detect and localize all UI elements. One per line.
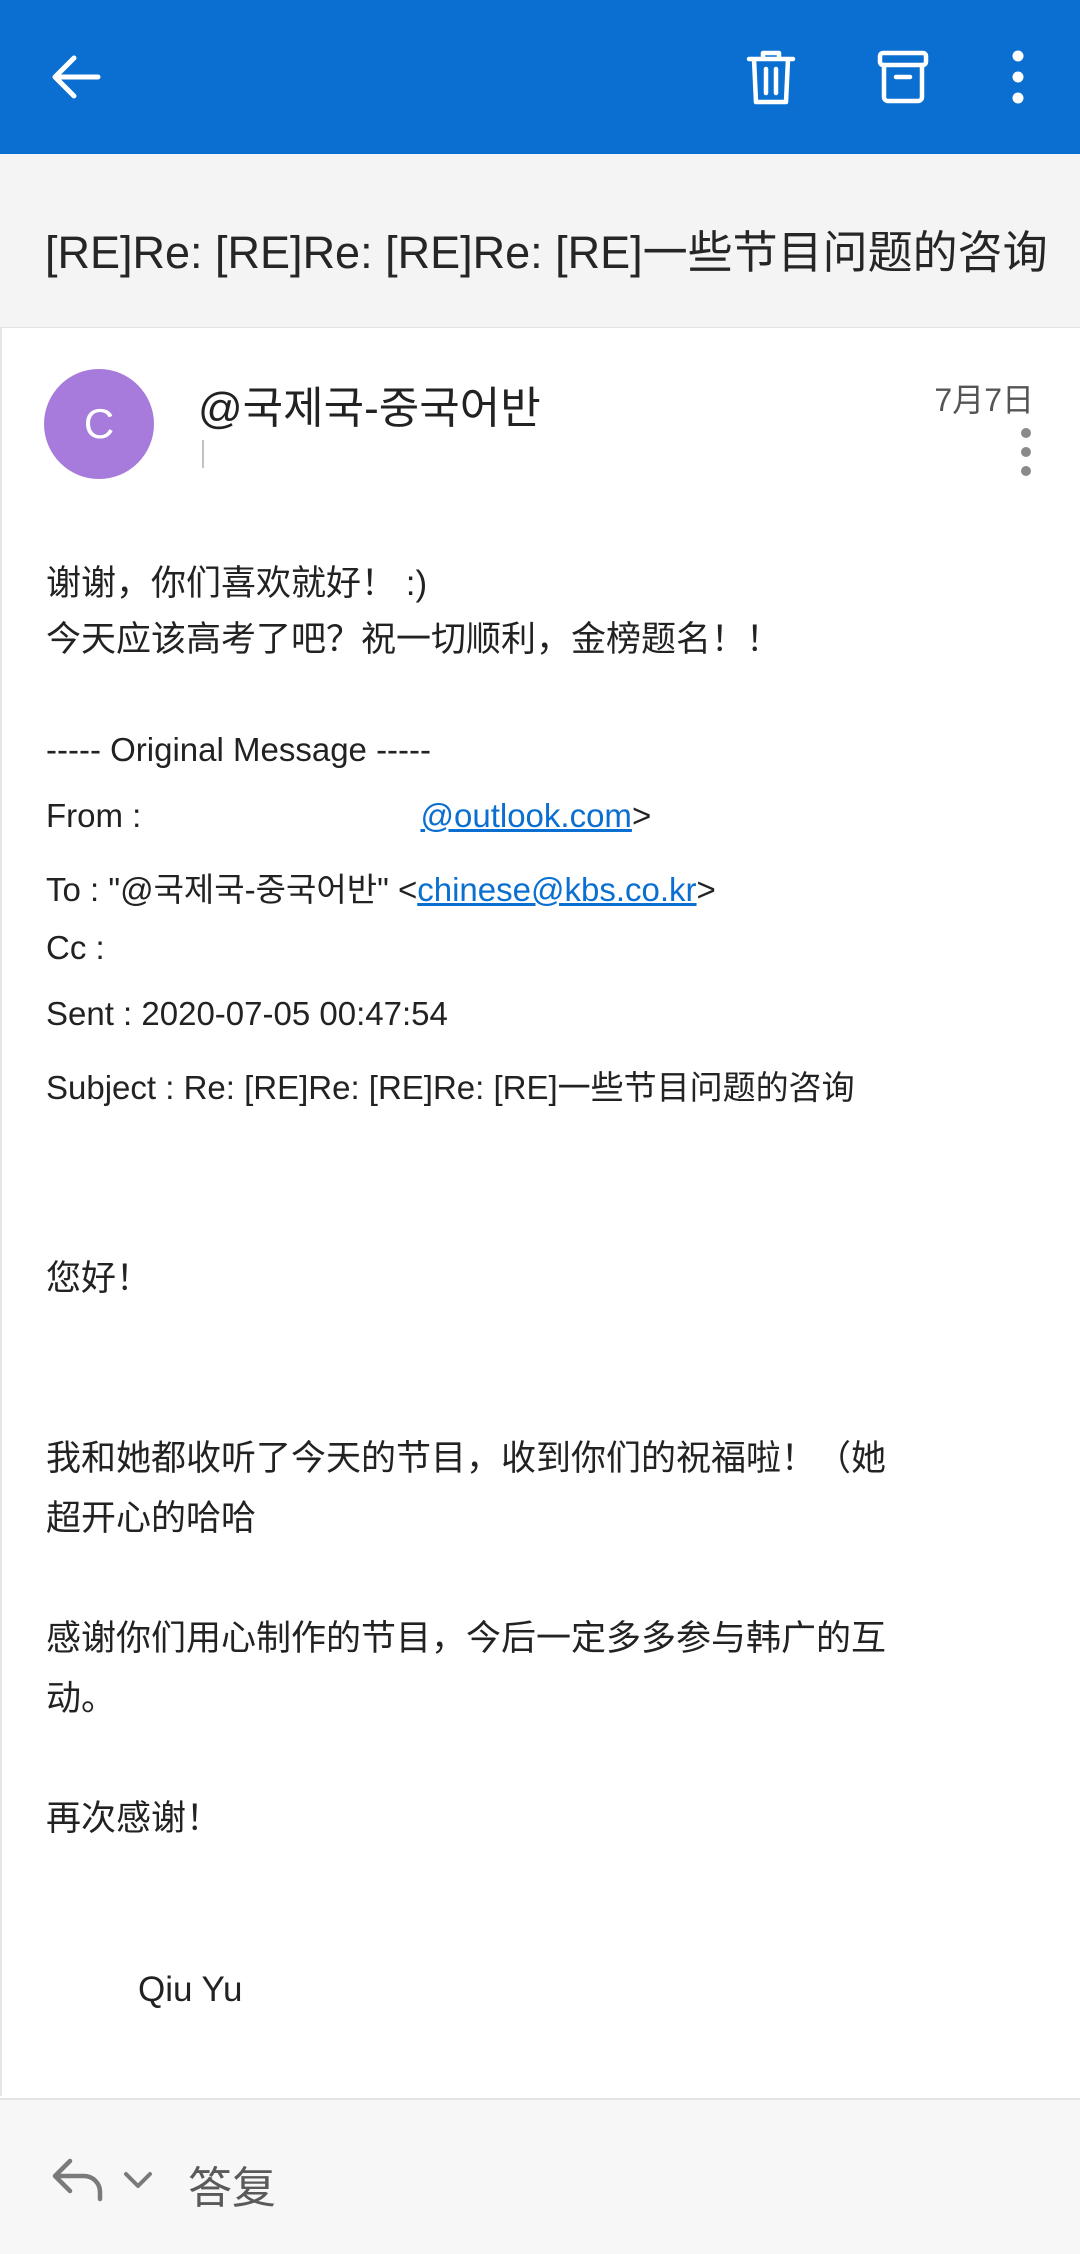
archive-box-icon	[877, 50, 929, 104]
reply-button[interactable]	[50, 2155, 106, 2205]
cc-line: Cc :	[46, 929, 105, 966]
reply-options-button[interactable]	[120, 2162, 156, 2198]
delete-button[interactable]	[731, 37, 811, 117]
vertical-ellipsis-icon	[1012, 50, 1024, 104]
sender-name[interactable]: @국제국-중국어반	[198, 372, 541, 436]
from-suffix: >	[631, 797, 652, 834]
quoted-thanks: 再次感谢！	[46, 1799, 222, 1838]
chevron-down-icon	[124, 2172, 152, 2188]
trash-can-icon	[746, 50, 796, 105]
sent-line: Sent : 2020-07-05 00:47:54	[46, 995, 448, 1032]
back-button[interactable]	[36, 37, 116, 117]
original-divider: ----- Original Message -----	[46, 731, 432, 768]
sender-address-redacted	[202, 440, 212, 468]
archive-button[interactable]	[863, 37, 943, 117]
avatar-letter: C	[83, 400, 115, 447]
quoted-paragraph-line: 我和她都收听了今天的节目，收到你们的祝福啦！（她	[46, 1439, 887, 1478]
subject-line: Subject : Re: [RE]Re: [RE]Re: [RE]一些节目问题…	[46, 1069, 855, 1106]
signature: Qiu Yu	[138, 1970, 243, 2009]
from-label: From :	[46, 797, 151, 834]
message-more-button[interactable]	[1008, 424, 1044, 480]
quoted-greeting: 您好！	[46, 1259, 152, 1298]
from-email-link[interactable]: @outlook.com	[421, 797, 632, 834]
more-options-button[interactable]	[978, 37, 1058, 117]
sender-avatar[interactable]: C	[44, 369, 154, 479]
reply-bar: 答复	[0, 2098, 1080, 2254]
reply-arrow-icon	[52, 2158, 103, 2202]
email-subject: [RE]Re: [RE]Re: [RE]Re: [RE]一些节目问题的咨询	[45, 227, 1048, 278]
to-email-link[interactable]: chinese@kbs.co.kr	[417, 871, 696, 908]
quoted-paragraph-line: 感谢你们用心制作的节目，今后一定多多参与韩广的互	[46, 1619, 887, 1658]
from-line: From : @outlook.com>	[46, 797, 651, 835]
message-date: 7月7日	[934, 382, 1034, 418]
to-suffix: >	[696, 871, 716, 908]
to-label: To : "@국제국-중국어반" <	[46, 871, 418, 908]
to-line: To : "@국제국-중국어반" <chinese@kbs.co.kr>	[46, 863, 716, 911]
body-line: 今天应该高考了吧？祝一切顺利，金榜题名！！	[46, 620, 782, 659]
arrow-left-icon	[52, 55, 101, 99]
reply-label[interactable]: 答复	[188, 2152, 276, 2216]
quoted-paragraph-line: 动。	[46, 1679, 117, 1718]
subject-header: [RE]Re: [RE]Re: [RE]Re: [RE]一些节目问题的咨询	[0, 154, 1080, 329]
app-bar	[0, 0, 1080, 154]
body-line: 谢谢，你们喜欢就好！ :)	[46, 564, 428, 603]
vertical-ellipsis-icon	[1021, 428, 1031, 476]
quoted-paragraph-line: 超开心的哈哈	[46, 1499, 257, 1538]
